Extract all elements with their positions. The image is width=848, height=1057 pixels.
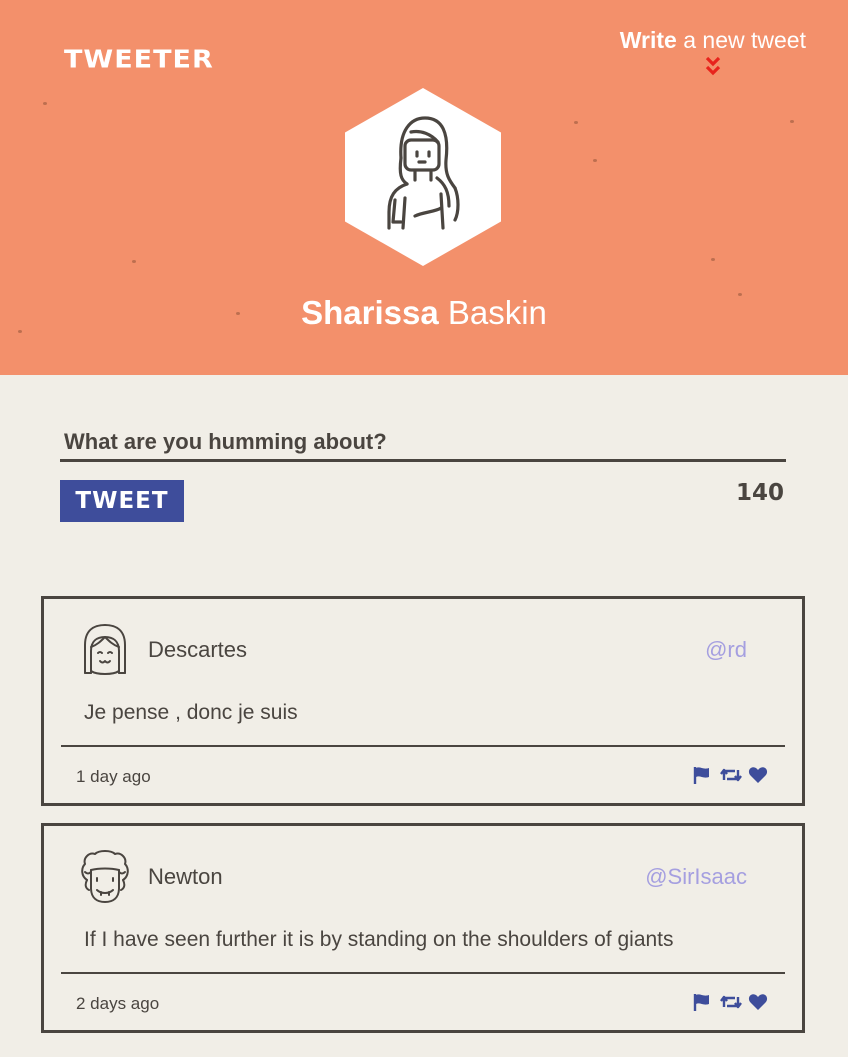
tweet-card: Descartes @rd Je pense , donc je suis 1 … bbox=[41, 596, 805, 806]
user-first-name: Sharissa bbox=[301, 294, 439, 331]
tweet-divider bbox=[61, 745, 785, 747]
tweet-actions bbox=[692, 765, 768, 785]
tweet-card: Newton @SirIsaac If I have seen further … bbox=[41, 823, 805, 1033]
heart-icon[interactable] bbox=[748, 765, 768, 785]
heart-icon[interactable] bbox=[748, 992, 768, 1012]
char-counter: 140 bbox=[735, 480, 784, 506]
tweet-text: If I have seen further it is by standing… bbox=[84, 928, 674, 951]
texture-speck bbox=[790, 120, 794, 123]
tweet-author-handle[interactable]: @rd bbox=[705, 637, 747, 663]
retweet-icon[interactable] bbox=[720, 765, 742, 785]
tweet-text-input[interactable] bbox=[60, 410, 786, 462]
profile-header: TWEETER Write a new tweet Sharissa Baski… bbox=[0, 0, 848, 375]
app-logo[interactable]: TWEETER bbox=[64, 45, 214, 74]
texture-speck bbox=[593, 159, 597, 162]
texture-speck bbox=[132, 260, 136, 263]
tweet-text: Je pense , donc je suis bbox=[84, 701, 298, 724]
retweet-icon[interactable] bbox=[720, 992, 742, 1012]
tweet-author-name[interactable]: Descartes bbox=[148, 637, 247, 663]
compose-area: TWEET 140 bbox=[60, 410, 786, 522]
tweet-button[interactable]: TWEET bbox=[60, 480, 184, 522]
new-tweet-label: a new tweet bbox=[676, 27, 806, 53]
texture-speck bbox=[43, 102, 47, 105]
descartes-avatar-icon bbox=[84, 624, 126, 675]
flag-icon[interactable] bbox=[692, 992, 712, 1012]
woman-avatar-icon bbox=[345, 88, 501, 266]
tweet-timestamp: 2 days ago bbox=[76, 994, 160, 1013]
tweet-author-handle[interactable]: @SirIsaac bbox=[645, 864, 747, 890]
write-new-tweet-toggle[interactable]: Write a new tweet bbox=[620, 27, 806, 79]
write-label: Write bbox=[619, 27, 677, 53]
profile-avatar bbox=[345, 88, 501, 266]
tweet-divider bbox=[61, 972, 785, 974]
flag-icon[interactable] bbox=[692, 765, 712, 785]
texture-speck bbox=[574, 121, 578, 124]
chevron-double-down-icon[interactable] bbox=[704, 55, 722, 79]
texture-speck bbox=[711, 258, 715, 261]
tweet-actions bbox=[692, 992, 768, 1012]
tweet-timestamp: 1 day ago bbox=[76, 767, 151, 786]
tweet-author-name[interactable]: Newton bbox=[148, 864, 223, 890]
profile-user-name: Sharissa Baskin bbox=[0, 294, 848, 332]
user-last-name: Baskin bbox=[438, 294, 547, 331]
newton-avatar-icon bbox=[81, 850, 129, 903]
